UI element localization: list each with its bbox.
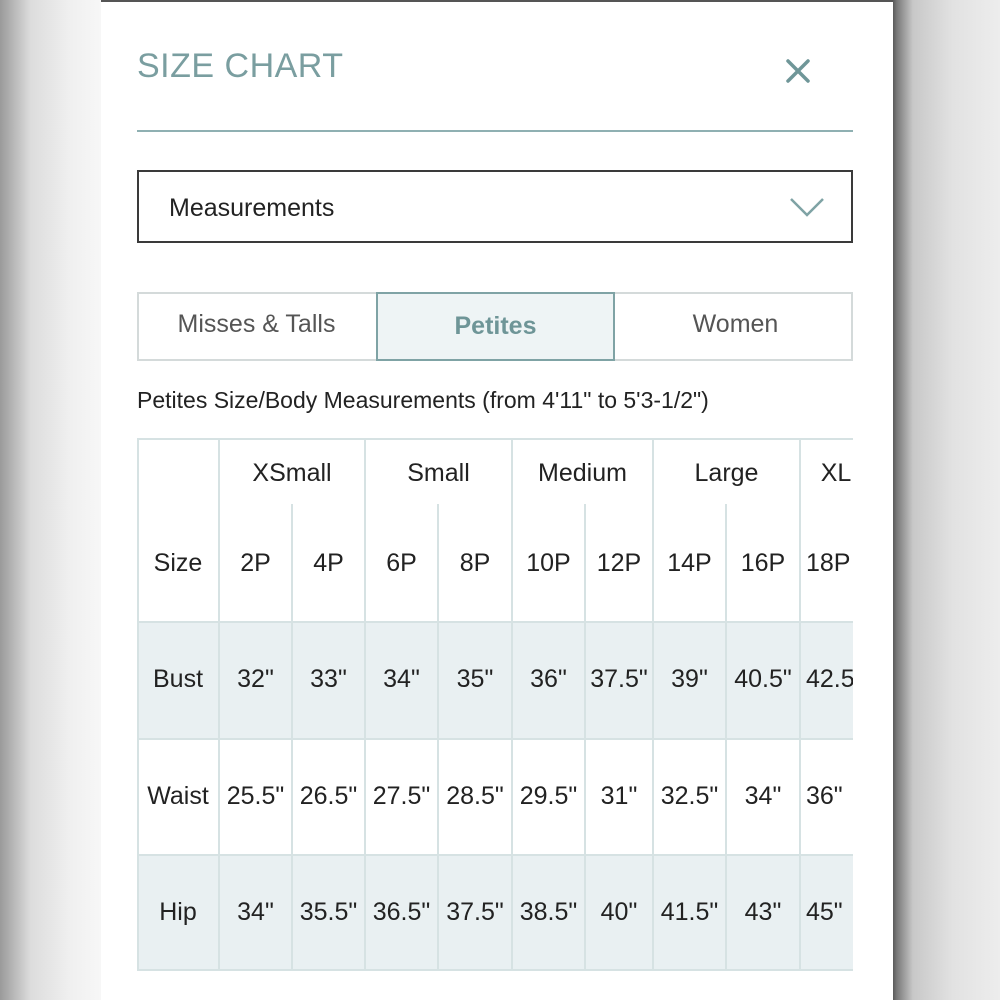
size-group-header: Large	[694, 458, 759, 487]
waist-cell: 25.5"	[226, 781, 285, 810]
hip-cell: 37.5"	[446, 898, 504, 926]
waist-cell: 26.5"	[299, 781, 358, 810]
size-category-tabs: Misses & Talls Petites Women	[137, 292, 853, 361]
size-cell: 4P	[313, 548, 344, 577]
tab-misses-talls[interactable]: Misses & Talls	[137, 292, 376, 361]
table-border-top	[137, 438, 853, 440]
hip-cell: 45"	[806, 898, 843, 926]
measurements-dropdown[interactable]: Measurements	[137, 170, 853, 243]
size-cell: 12P	[596, 548, 642, 577]
title-divider	[137, 130, 853, 132]
bust-cell: 35"	[456, 665, 494, 693]
background-right	[893, 0, 1000, 1000]
bust-cell: 37.5"	[590, 665, 648, 693]
hip-cell: 34"	[237, 898, 274, 926]
table-caption: Petites Size/Body Measurements (from 4'1…	[137, 387, 709, 413]
dropdown-selected-value: Measurements	[169, 194, 335, 222]
row-header: Hip	[159, 898, 197, 926]
hip-cell: 35.5"	[299, 898, 358, 926]
close-icon	[786, 59, 810, 83]
size-cell: 8P	[459, 548, 491, 577]
tab-petites[interactable]: Petites	[376, 292, 615, 361]
size-group-header: XL	[820, 458, 852, 487]
tab-women[interactable]: Women	[616, 292, 855, 361]
waist-cell: 32.5"	[660, 781, 719, 810]
size-group-header: Small	[407, 458, 470, 487]
size-table: XSmall Small Medium Large XL Size Bust Waist Hip…	[137, 438, 853, 971]
waist-cell: 36"	[806, 781, 843, 810]
bust-cell: 42.5"	[806, 665, 853, 693]
close-button[interactable]	[781, 54, 815, 88]
background-left	[0, 0, 101, 1000]
size-cell: 16P	[740, 548, 786, 577]
waist-cell: 29.5"	[519, 781, 578, 810]
hip-cell: 43"	[744, 898, 782, 926]
hip-cell: 38.5"	[519, 898, 578, 926]
size-cell: 6P	[386, 548, 417, 577]
size-group-header: Medium	[538, 458, 627, 487]
size-cell: 18P	[806, 548, 851, 577]
row-header: Bust	[152, 665, 204, 693]
hip-cell: 41.5"	[660, 898, 719, 926]
hip-cell: 40"	[600, 898, 638, 926]
bust-cell: 39"	[671, 665, 708, 693]
waist-cell: 34"	[744, 781, 782, 810]
row-header: Waist	[147, 781, 209, 810]
bust-cell: 34"	[383, 665, 420, 693]
modal-title: SIZE CHART	[137, 47, 344, 85]
bust-cell: 33"	[310, 665, 347, 693]
waist-cell: 28.5"	[446, 781, 504, 810]
bust-cell: 36"	[530, 665, 567, 693]
waist-cell: 31"	[600, 781, 638, 810]
waist-cell: 27.5"	[372, 781, 431, 810]
size-cell: 10P	[526, 548, 571, 577]
row-header: Size	[153, 548, 203, 577]
size-group-header: XSmall	[252, 458, 332, 487]
size-cell: 2P	[240, 548, 271, 577]
chevron-down-icon	[790, 198, 824, 217]
bust-cell: 40.5"	[734, 665, 792, 693]
hip-cell: 36.5"	[372, 898, 431, 926]
size-chart-modal: SIZE CHART Measurements Misses & Talls P…	[101, 2, 893, 1000]
bust-cell: 32"	[237, 665, 274, 693]
size-cell: 14P	[667, 548, 712, 577]
